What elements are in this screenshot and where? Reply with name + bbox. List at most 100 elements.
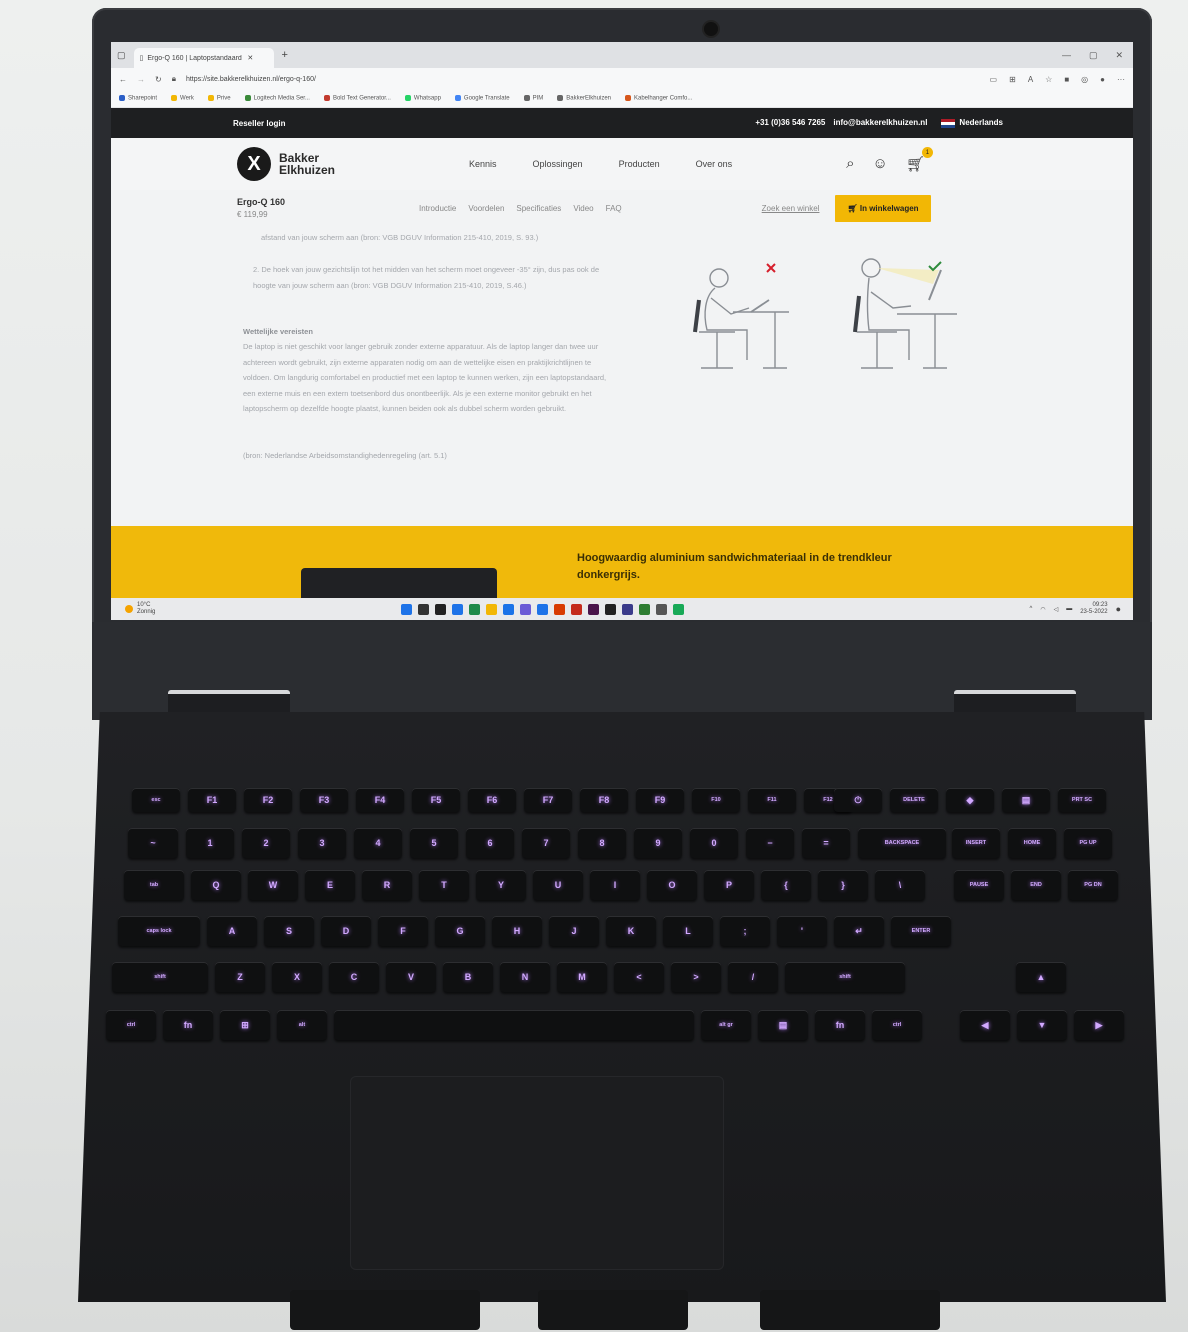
keyboard-key[interactable]: fn: [815, 1010, 865, 1040]
keyboard-key[interactable]: 1: [186, 828, 234, 858]
keyboard-key[interactable]: ◆: [946, 788, 994, 812]
keyboard-key[interactable]: F6: [468, 788, 516, 812]
subnav-video[interactable]: Video: [573, 204, 593, 213]
nav-oplossingen[interactable]: Oplossingen: [533, 159, 583, 169]
nav-kennis[interactable]: Kennis: [469, 159, 497, 169]
wifi-icon[interactable]: ◠: [1040, 606, 1045, 613]
keyboard-key[interactable]: 8: [578, 828, 626, 858]
keyboard-key[interactable]: F9: [636, 788, 684, 812]
browser-tab[interactable]: ▯ Ergo-Q 160 | Laptopstandaard | ... ✕: [133, 48, 274, 68]
bookmark-item[interactable]: Kabelhanger Comfo...: [625, 95, 692, 102]
keyboard-key[interactable]: ▼: [1017, 1010, 1067, 1040]
keyboard-key[interactable]: PG DN: [1068, 870, 1118, 900]
keyboard-key[interactable]: >: [671, 962, 721, 992]
subnav-faq[interactable]: FAQ: [606, 204, 622, 213]
bookmark-item[interactable]: Bold Text Generator...: [323, 95, 391, 102]
search-icon[interactable]: ⌕: [846, 155, 854, 173]
forward-icon[interactable]: →: [137, 75, 145, 84]
close-window-icon[interactable]: ✕: [1115, 50, 1123, 61]
keyboard-key[interactable]: ⏻: [834, 788, 882, 812]
email-link[interactable]: info@bakkerelkhuizen.nl: [833, 118, 927, 127]
keyboard-key[interactable]: alt gr: [701, 1010, 751, 1040]
taskbar-app-icon[interactable]: [503, 603, 515, 615]
extension-icon[interactable]: ■: [1064, 75, 1069, 84]
keyboard-key[interactable]: =: [802, 828, 850, 858]
subnav-voordelen[interactable]: Voordelen: [468, 204, 504, 213]
keyboard-key[interactable]: I: [590, 870, 640, 900]
keyboard-key[interactable]: INSERT: [952, 828, 1000, 858]
bookmark-item[interactable]: Werk: [171, 95, 194, 102]
keyboard-key[interactable]: U: [533, 870, 583, 900]
keyboard-key[interactable]: L: [663, 916, 713, 946]
profile-icon[interactable]: ●: [1100, 75, 1105, 84]
keyboard-key[interactable]: F1: [188, 788, 236, 812]
keyboard-key[interactable]: PG UP: [1064, 828, 1112, 858]
keyboard-key[interactable]: 0: [690, 828, 738, 858]
keyboard-key[interactable]: M: [557, 962, 607, 992]
keyboard-key[interactable]: W: [248, 870, 298, 900]
keyboard-key[interactable]: F2: [244, 788, 292, 812]
keyboard-key[interactable]: −: [746, 828, 794, 858]
taskbar-app-icon[interactable]: [537, 603, 549, 615]
keyboard-key[interactable]: alt: [277, 1010, 327, 1040]
keyboard-key[interactable]: X: [272, 962, 322, 992]
keyboard-key[interactable]: ▶: [1074, 1010, 1124, 1040]
keyboard-key[interactable]: fn: [163, 1010, 213, 1040]
keyboard-key[interactable]: F11: [748, 788, 796, 812]
keyboard-key[interactable]: 2: [242, 828, 290, 858]
taskbar-app-icon[interactable]: [588, 603, 600, 615]
keyboard-key[interactable]: 3: [298, 828, 346, 858]
subnav-introductie[interactable]: Introductie: [419, 204, 456, 213]
keyboard-key[interactable]: R: [362, 870, 412, 900]
maximize-icon[interactable]: ▢: [1089, 50, 1098, 61]
bookmark-item[interactable]: Google Translate: [454, 95, 510, 102]
keyboard-key[interactable]: Z: [215, 962, 265, 992]
keyboard-key[interactable]: B: [443, 962, 493, 992]
collections-icon[interactable]: ◎: [1081, 75, 1088, 84]
keyboard-key[interactable]: shift: [112, 962, 208, 992]
keyboard-key[interactable]: N: [500, 962, 550, 992]
notification-icon[interactable]: ●: [1116, 604, 1121, 614]
keyboard-key[interactable]: O: [647, 870, 697, 900]
bookmark-item[interactable]: BakkerElkhuizen: [557, 95, 611, 102]
taskbar-app-icon[interactable]: [622, 603, 634, 615]
bookmark-item[interactable]: Sharepoint: [119, 95, 157, 102]
keyboard-key[interactable]: HOME: [1008, 828, 1056, 858]
taskbar-app-icon[interactable]: [452, 603, 464, 615]
keyboard-key[interactable]: tab: [124, 870, 184, 900]
keyboard-key[interactable]: C: [329, 962, 379, 992]
keyboard-key[interactable]: <: [614, 962, 664, 992]
keyboard-key[interactable]: ▲: [1016, 962, 1066, 992]
keyboard-key[interactable]: Y: [476, 870, 526, 900]
keyboard-key[interactable]: F5: [412, 788, 460, 812]
keyboard-key[interactable]: A: [207, 916, 257, 946]
keyboard-key[interactable]: }: [818, 870, 868, 900]
add-to-cart-button[interactable]: 🛒︎ In winkelwagen: [835, 194, 931, 222]
keyboard-key[interactable]: PRT SC: [1058, 788, 1106, 812]
keyboard-key[interactable]: 7: [522, 828, 570, 858]
keyboard-key[interactable]: ⊞: [220, 1010, 270, 1040]
nav-over-ons[interactable]: Over ons: [696, 159, 733, 169]
keyboard-key[interactable]: ;: [720, 916, 770, 946]
keyboard-key[interactable]: F4: [356, 788, 404, 812]
bookmark-item[interactable]: Logitech Media Ser...: [244, 95, 310, 102]
taskbar-app-icon[interactable]: [435, 603, 447, 615]
keyboard-key[interactable]: PAUSE: [954, 870, 1004, 900]
keyboard-key[interactable]: D: [321, 916, 371, 946]
back-icon[interactable]: ←: [119, 75, 127, 84]
volume-icon[interactable]: ◁: [1054, 606, 1059, 613]
taskbar-app-icon[interactable]: [571, 603, 583, 615]
apps-icon[interactable]: ⊞: [1009, 75, 1016, 84]
language-selector[interactable]: Nederlands: [941, 118, 1003, 128]
keyboard-key[interactable]: 5: [410, 828, 458, 858]
window-menu-icon[interactable]: ▢: [117, 50, 126, 61]
keyboard-key[interactable]: J: [549, 916, 599, 946]
cart-icon[interactable]: 🛒︎: [906, 155, 925, 173]
subnav-specificaties[interactable]: Specificaties: [516, 204, 561, 213]
refresh-icon[interactable]: ↻: [155, 75, 162, 84]
keyboard-key[interactable]: H: [492, 916, 542, 946]
battery-icon[interactable]: ▬: [1066, 606, 1072, 612]
keyboard-key[interactable]: G: [435, 916, 485, 946]
taskbar-app-icon[interactable]: [418, 603, 430, 615]
weather-widget[interactable]: 10°C Zonnig: [111, 602, 155, 616]
